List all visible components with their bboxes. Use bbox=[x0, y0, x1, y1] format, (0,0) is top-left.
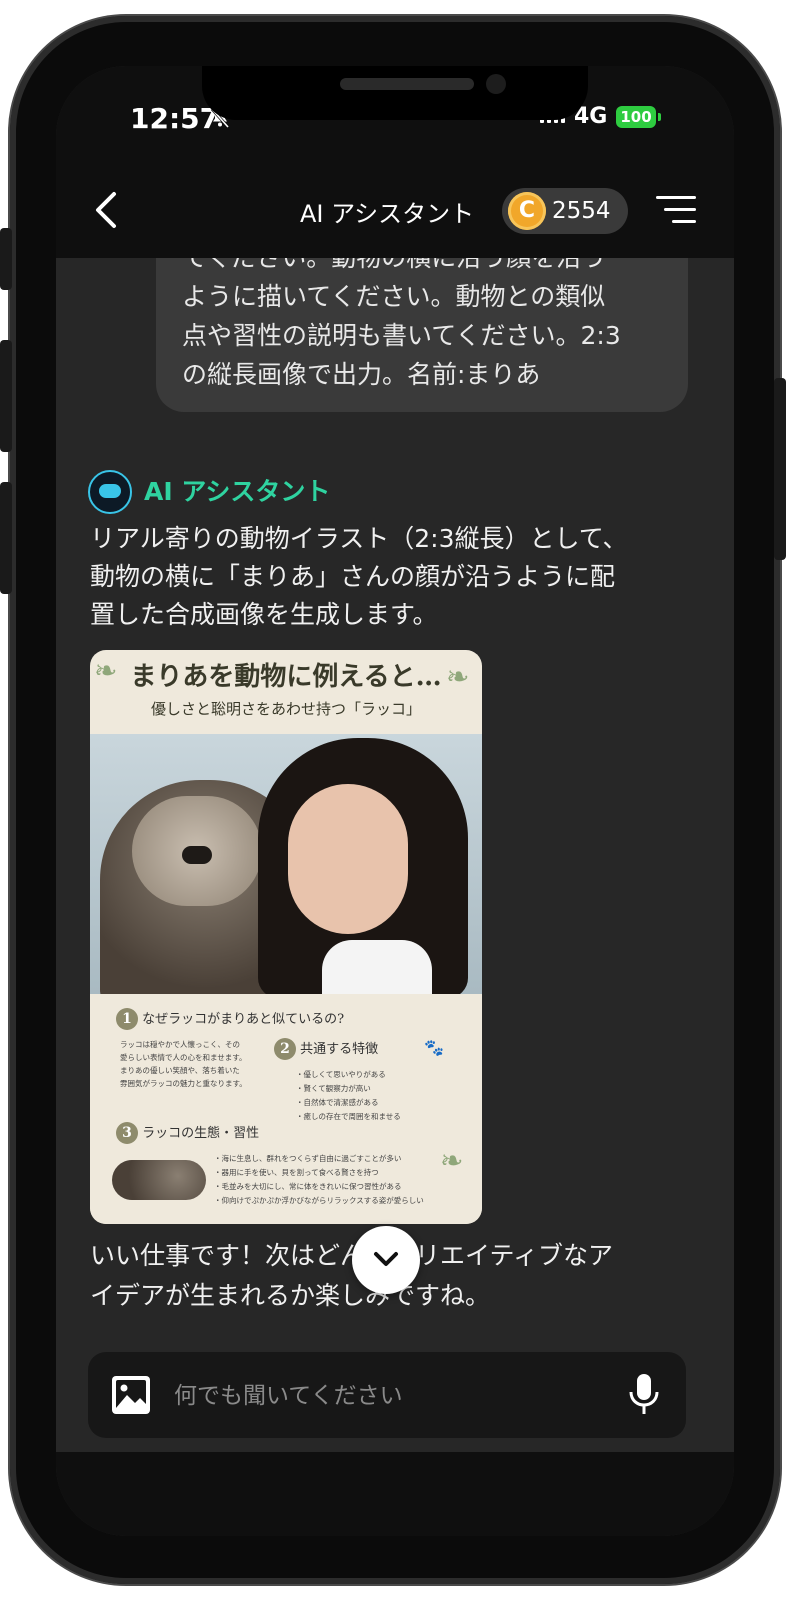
section-1-number: 1 bbox=[116, 1008, 138, 1030]
section-3-list: ・海に生息し、群れをつくらず自由に過ごすことが多い ・器用に手を使い、貝を割って… bbox=[214, 1154, 424, 1205]
section-3-heading: 3 ラッコの生態・習性 bbox=[116, 1122, 259, 1144]
power-button bbox=[774, 378, 786, 560]
microphone-icon[interactable] bbox=[626, 1372, 662, 1418]
app-header: AI アシスタント C 2554 bbox=[56, 162, 734, 258]
image-info-panel: 1 なぜラッコがまりあと似ているの? ラッコは穏やかで人懐っこく、その 愛らしい… bbox=[90, 994, 482, 1224]
section-1-heading: 1 なぜラッコがまりあと似ているの? bbox=[116, 1008, 344, 1030]
bottom-safe-area bbox=[56, 1452, 734, 1536]
speaker bbox=[340, 78, 474, 90]
silent-switch bbox=[0, 228, 12, 290]
assistant-name: AI アシスタント bbox=[144, 477, 331, 506]
page-title: AI アシスタント bbox=[300, 200, 475, 228]
user-message-text: てください。動物の横に沿う顔を沿う ように描いてください。動物との類似 点や習性… bbox=[182, 258, 621, 389]
section-1-title: なぜラッコがまりあと似ているの? bbox=[142, 1012, 345, 1027]
person-shirt bbox=[322, 940, 432, 994]
menu-icon[interactable] bbox=[656, 194, 696, 226]
chat-area[interactable]: てください。動物の横に沿う顔を沿う ように描いてください。動物との類似 点や習性… bbox=[56, 258, 734, 1358]
floating-otter-illustration bbox=[112, 1160, 206, 1200]
assistant-avatar bbox=[88, 470, 132, 514]
battery-indicator: 100 bbox=[616, 106, 661, 128]
section-2-heading: 2 共通する特徴 bbox=[274, 1038, 378, 1060]
volume-up-button bbox=[0, 340, 12, 452]
notch bbox=[202, 66, 588, 120]
scroll-to-bottom-button[interactable] bbox=[352, 1226, 420, 1294]
section-3-number: 3 bbox=[116, 1122, 138, 1144]
back-button[interactable] bbox=[86, 186, 126, 234]
screen: 12:57 4G 100 AI アシスタント C 2554 てください。動物の横… bbox=[56, 66, 734, 1536]
user-message-bubble: てください。動物の横に沿う顔を沿う ように描いてください。動物との類似 点や習性… bbox=[156, 258, 688, 412]
image-upload-icon[interactable] bbox=[110, 1374, 152, 1416]
leaf-decoration-icon: ❧ bbox=[440, 1144, 464, 1177]
section-2-list: ・優しくて思いやりがある ・賢くて観察力が高い ・自然体で清潔感がある ・癒しの… bbox=[296, 1070, 401, 1121]
message-composer bbox=[88, 1352, 686, 1438]
coin-count: 2554 bbox=[552, 198, 611, 224]
assistant-message-text: リアル寄りの動物イラスト（2:3縦長）として、 動物の横に「まりあ」さんの顔が沿… bbox=[90, 524, 628, 629]
volume-down-button bbox=[0, 482, 12, 594]
otter-and-person-photo bbox=[90, 734, 482, 994]
image-subtitle: 優しさと聡明さをあわせ持つ「ラッコ」 bbox=[150, 700, 421, 718]
section-2-title: 共通する特徴 bbox=[300, 1042, 379, 1057]
paw-icon: 🐾 bbox=[424, 1038, 444, 1057]
status-time: 12:57 bbox=[130, 102, 220, 135]
front-camera bbox=[486, 74, 506, 94]
coin-icon: C bbox=[508, 192, 546, 230]
section-2-number: 2 bbox=[274, 1038, 296, 1060]
generated-image[interactable]: ❧ ❧ まりあを動物に例えると… 優しさと聡明さをあわせ持つ「ラッコ」 1 なぜ… bbox=[90, 650, 482, 1224]
section-3-title: ラッコの生態・習性 bbox=[142, 1126, 260, 1141]
image-title: まりあを動物に例えると… bbox=[130, 662, 442, 692]
message-input[interactable] bbox=[172, 1370, 616, 1422]
otter-nose bbox=[182, 846, 212, 864]
person-face bbox=[288, 784, 408, 934]
coin-balance-badge[interactable]: C 2554 bbox=[502, 188, 628, 234]
section-1-body: ラッコは穏やかで人懐っこく、その 愛らしい表情で人の心を和ませます。 まりあの優… bbox=[120, 1040, 247, 1088]
